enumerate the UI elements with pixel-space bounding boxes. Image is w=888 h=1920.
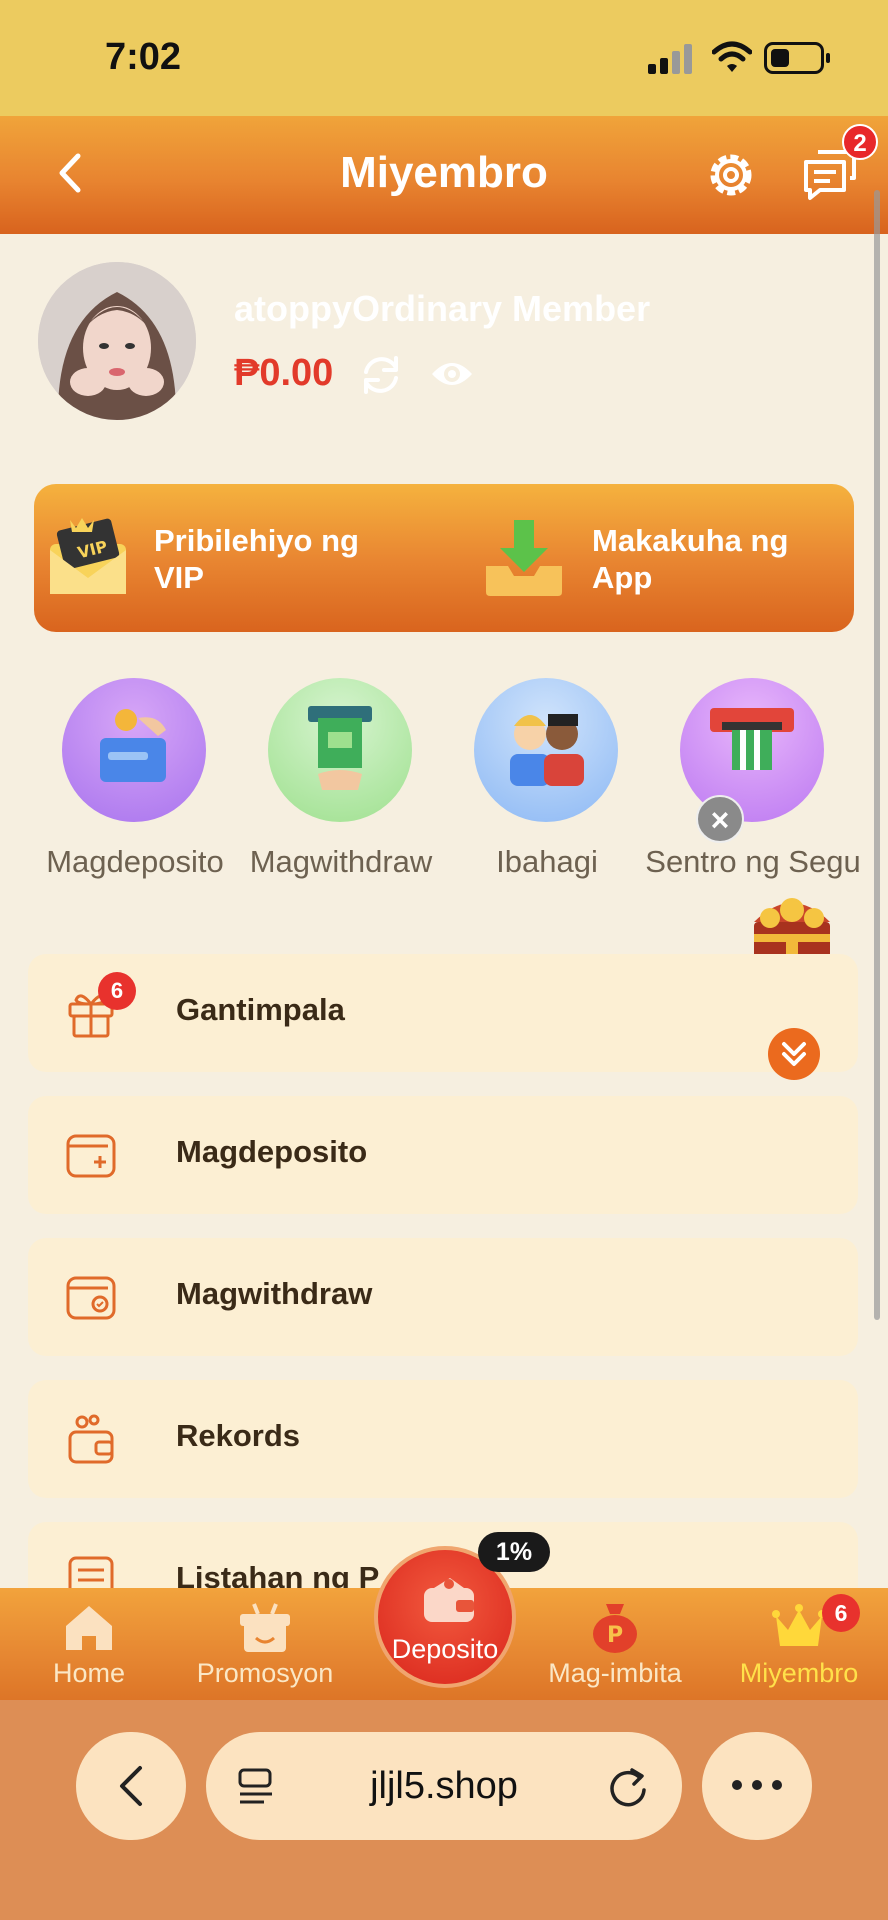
battery-icon — [764, 42, 830, 74]
rewards-badge: 6 — [98, 972, 136, 1010]
nav-label: Mag-imbita — [548, 1658, 682, 1688]
home-icon — [66, 1606, 112, 1650]
scrollbar[interactable] — [874, 190, 880, 1320]
more-dots-icon — [732, 1780, 782, 1790]
menu-label: Gantimpala — [176, 992, 345, 1027]
wallet-add-icon — [66, 1134, 116, 1178]
share-people-icon — [474, 678, 618, 822]
menu-label: Listahan ng P — [176, 1560, 380, 1588]
menu-label: Magwithdraw — [176, 1276, 373, 1311]
quick-action-share[interactable]: Ibahagi — [442, 678, 652, 938]
deposit-card-icon — [62, 678, 206, 822]
message-badge: 2 — [842, 124, 878, 160]
header-bar: Miyembro — [0, 116, 888, 234]
close-icon[interactable]: × — [696, 795, 744, 843]
atm-withdraw-icon — [268, 678, 412, 822]
signal-icon — [648, 44, 694, 74]
wifi-icon — [712, 41, 752, 72]
reload-icon[interactable] — [606, 1764, 650, 1808]
menu-label: Magdeposito — [176, 1134, 368, 1169]
menu-item-rewards[interactable]: 6 Gantimpala — [28, 954, 858, 1072]
nav-label: Miyembro — [739, 1658, 859, 1688]
browser-toolbar: jljl5.shop — [0, 1700, 888, 1920]
nav-promotions[interactable]: Promosyon — [180, 1588, 350, 1700]
username: atoppyOrdinary Member — [234, 288, 651, 329]
svg-text:P: P — [607, 1623, 623, 1648]
get-app-button[interactable]: Makakuha ng App — [440, 484, 850, 632]
security-center-icon — [680, 678, 824, 822]
quick-action-label: Sentro ng Segu — [645, 844, 861, 879]
nav-label: Promosyon — [196, 1658, 334, 1688]
gift-box-icon — [240, 1603, 290, 1652]
wallet-coins-icon — [68, 1414, 114, 1464]
browser-back-button[interactable] — [76, 1732, 186, 1840]
quick-action-deposit[interactable]: Magdeposito — [30, 678, 240, 938]
status-bar: 7:02 — [0, 0, 888, 116]
download-icon — [486, 520, 562, 596]
nav-home[interactable]: Home — [4, 1588, 174, 1700]
menu-item-deposit[interactable]: Magdeposito — [28, 1096, 858, 1214]
quick-action-withdraw[interactable]: Magwithdraw — [236, 678, 446, 938]
deposit-label: Deposito — [391, 1634, 499, 1664]
scroll-down-icon[interactable] — [768, 1028, 820, 1080]
nav-invite[interactable]: P Mag-imbita — [530, 1588, 700, 1700]
eye-icon[interactable] — [430, 356, 474, 392]
vip-privilege-button[interactable]: VIP Pribilehiyo ng VIP — [34, 484, 434, 632]
balance-amount: ₱0.00 — [234, 352, 334, 394]
deposit-percent-badge: 1% — [478, 1532, 550, 1572]
vip-envelope-icon: VIP — [50, 518, 126, 594]
browser-url-bar[interactable]: jljl5.shop — [206, 1732, 682, 1840]
status-time: 7:02 — [105, 36, 182, 78]
list-icon — [68, 1556, 114, 1588]
menu-label: Rekords — [176, 1418, 301, 1453]
get-app-label: Makakuha ng App — [592, 523, 789, 595]
back-arrow-icon — [120, 1766, 142, 1806]
money-bag-icon: P — [593, 1604, 637, 1653]
gear-icon[interactable] — [704, 148, 758, 202]
wallet-icon — [424, 1578, 474, 1622]
avatar[interactable] — [38, 262, 196, 420]
vip-app-banner: VIP Pribilehiyo ng VIP Makakuha ng App — [34, 484, 854, 632]
refresh-icon[interactable] — [356, 350, 406, 400]
menu-item-records[interactable]: Rekords — [28, 1380, 858, 1498]
browser-more-button[interactable] — [702, 1732, 812, 1840]
menu-item-withdraw[interactable]: Magwithdraw — [28, 1238, 858, 1356]
member-badge: 6 — [822, 1594, 860, 1632]
crown-icon — [772, 1604, 826, 1646]
wallet-check-icon — [66, 1276, 116, 1320]
vip-privilege-label: Pribilehiyo ng VIP — [154, 523, 359, 595]
